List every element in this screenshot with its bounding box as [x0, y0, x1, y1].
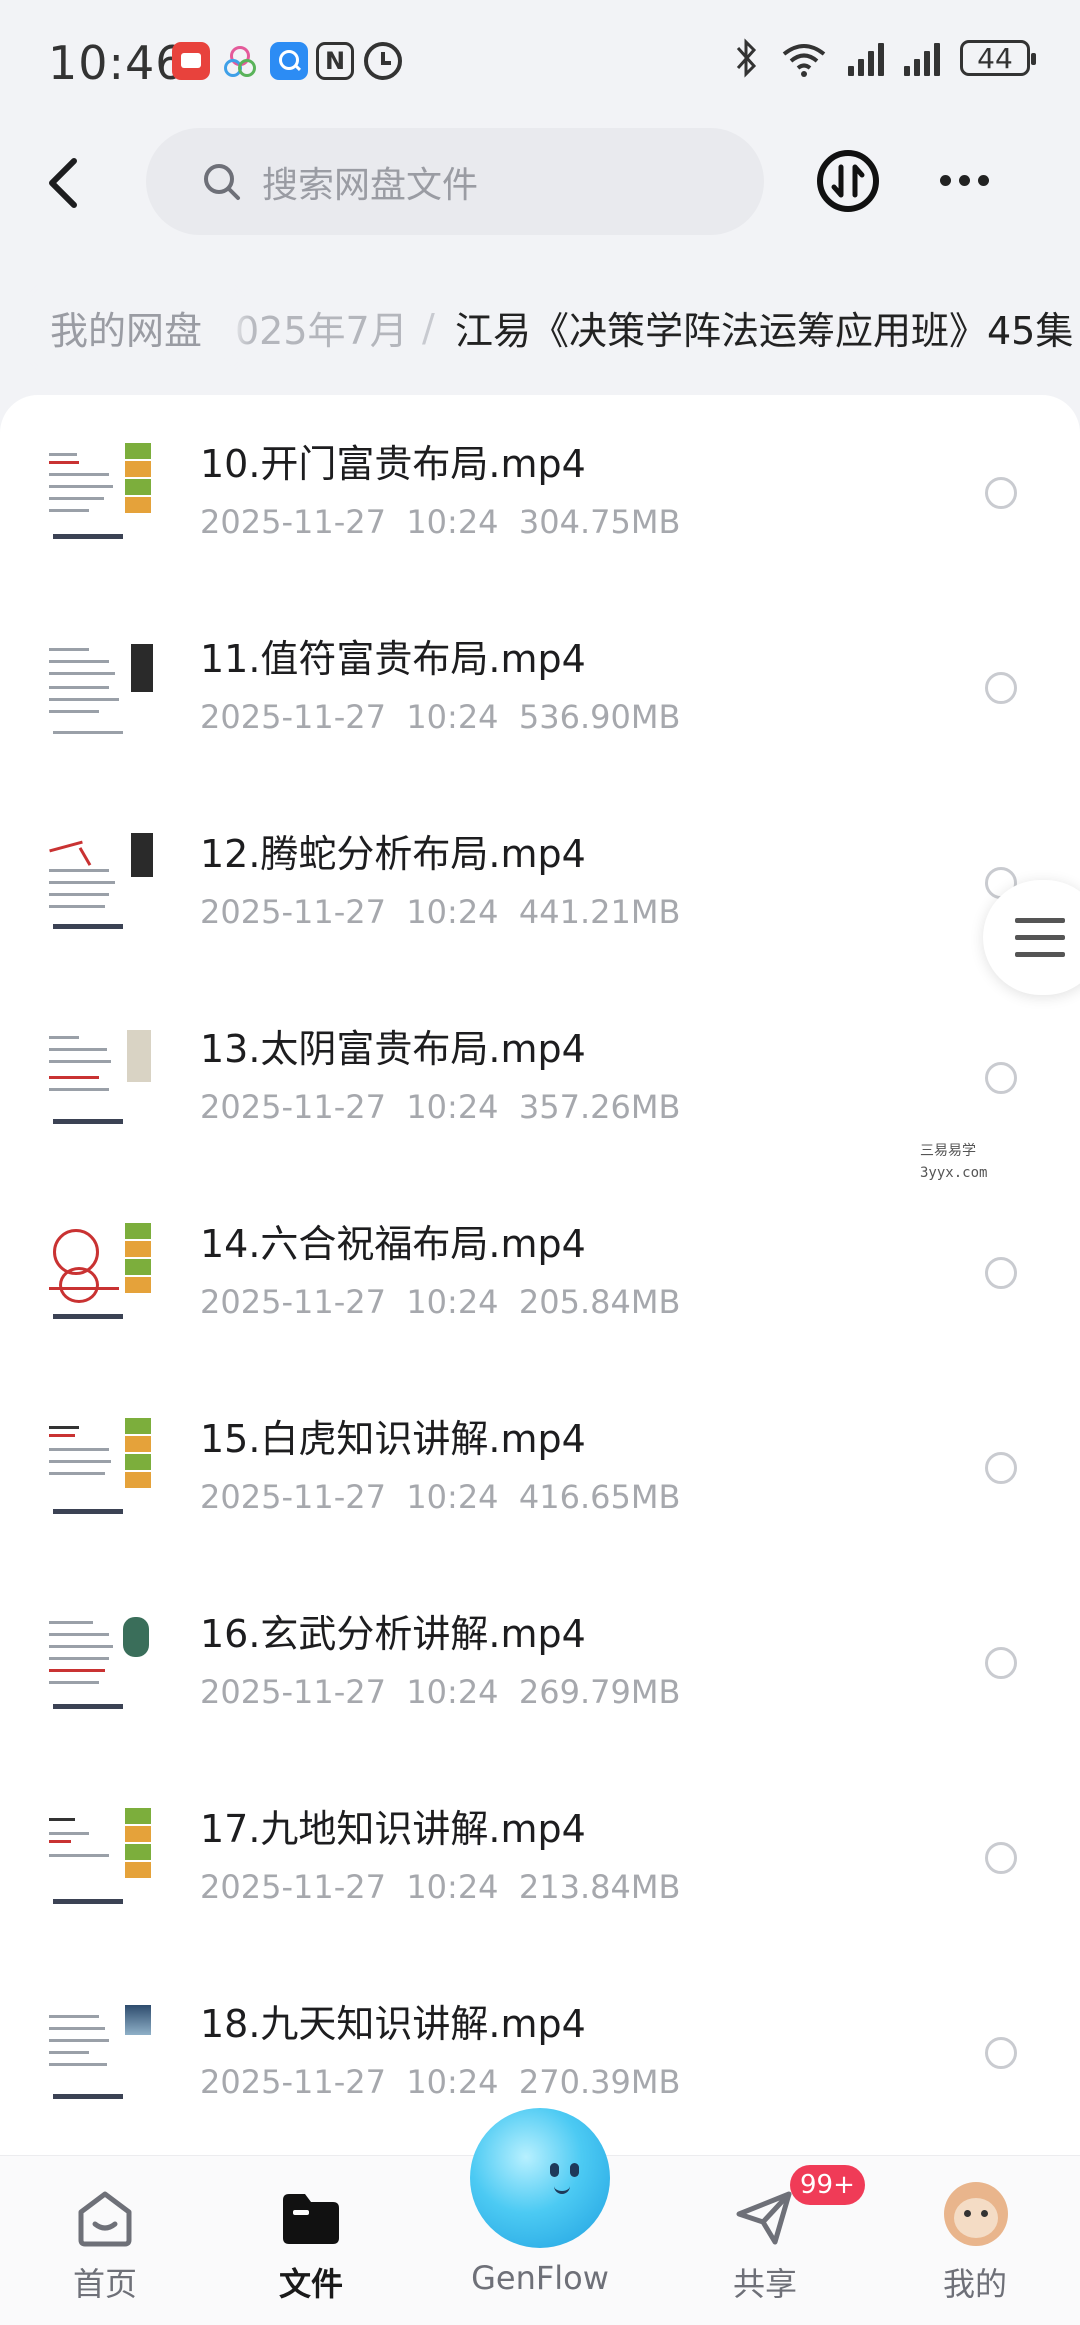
select-checkbox[interactable]: [985, 1452, 1017, 1484]
red-app-icon: [172, 42, 210, 80]
video-thumbnail: [45, 1024, 155, 1130]
file-meta: 2025-11-27 10:24 213.84MB: [200, 1868, 681, 1906]
folder-icon: [283, 2194, 339, 2244]
share-badge: 99+: [790, 2165, 865, 2205]
watermark: 三易易学 3yyx.com: [920, 1143, 988, 1181]
tab-label: 共享: [732, 2265, 797, 2303]
tab-home[interactable]: 首页: [30, 2156, 180, 2325]
home-icon: [78, 2191, 132, 2247]
breadcrumb-current: 江易《决策学阵法运筹应用班》45集: [455, 309, 1074, 353]
video-thumbnail: [45, 1414, 155, 1520]
file-name: 12.腾蛇分析布局.mp4: [200, 832, 586, 876]
select-checkbox[interactable]: [985, 1062, 1017, 1094]
file-row[interactable]: 16.玄武分析讲解.mp4 2025-11-27 10:24 269.79MB: [0, 1565, 1080, 1760]
nfc-icon: N: [316, 42, 354, 80]
search-icon: [204, 163, 240, 200]
file-row[interactable]: 13.太阴富贵布局.mp4 2025-11-27 10:24 357.26MB: [0, 980, 1080, 1175]
video-thumbnail: [45, 634, 155, 740]
alarm-icon: [364, 42, 402, 80]
genflow-ball-icon[interactable]: [470, 2108, 610, 2248]
tab-label: 我的: [942, 2265, 1007, 2303]
breadcrumb-root[interactable]: 我的网盘: [20, 285, 233, 370]
breadcrumb: 我的网盘 025年7月 / 江易《决策学阵法运筹应用班》45集: [0, 285, 1080, 370]
battery-icon: 44: [960, 40, 1036, 76]
status-right: 44: [734, 38, 1036, 78]
breadcrumb-middle[interactable]: 025年7月: [235, 285, 408, 370]
video-thumbnail: [45, 829, 155, 935]
tab-label: 文件: [278, 2265, 343, 2303]
file-meta: 2025-11-27 10:24 304.75MB: [200, 503, 681, 541]
file-name: 14.六合祝福布局.mp4: [200, 1222, 586, 1266]
video-thumbnail: [45, 1999, 155, 2105]
select-checkbox[interactable]: [985, 1257, 1017, 1289]
more-options-icon[interactable]: [940, 175, 989, 186]
file-meta: 2025-11-27 10:24 269.79MB: [200, 1673, 681, 1711]
file-meta: 2025-11-27 10:24 357.26MB: [200, 1088, 681, 1126]
transfer-sort-icon[interactable]: [816, 149, 880, 213]
back-arrow-icon[interactable]: [40, 153, 90, 213]
file-row[interactable]: 14.六合祝福布局.mp4 2025-11-27 10:24 205.84MB: [0, 1175, 1080, 1370]
tab-label: GenFlow: [471, 2259, 609, 2297]
file-name: 17.九地知识讲解.mp4: [200, 1807, 586, 1851]
video-thumbnail: [45, 439, 155, 545]
file-name: 15.白虎知识讲解.mp4: [200, 1417, 586, 1461]
file-name: 13.太阴富贵布局.mp4: [200, 1027, 586, 1071]
file-name: 10.开门富贵布局.mp4: [200, 442, 586, 486]
file-row[interactable]: 11.值符富贵布局.mp4 2025-11-27 10:24 536.90MB: [0, 590, 1080, 785]
wifi-icon: [782, 44, 826, 77]
tab-label: 首页: [72, 2265, 137, 2303]
select-checkbox[interactable]: [985, 2037, 1017, 2069]
select-checkbox[interactable]: [985, 477, 1017, 509]
tab-files[interactable]: 文件: [236, 2156, 386, 2325]
file-name: 16.玄武分析讲解.mp4: [200, 1612, 586, 1656]
share-plane-icon: [736, 2191, 792, 2245]
file-name: 18.九天知识讲解.mp4: [200, 2002, 586, 2046]
signal-icon-1: [848, 40, 884, 76]
file-name: 11.值符富贵布局.mp4: [200, 637, 586, 681]
video-thumbnail: [45, 1804, 155, 1910]
select-checkbox[interactable]: [985, 672, 1017, 704]
breadcrumb-separator: /: [422, 305, 435, 350]
file-meta: 2025-11-27 10:24 205.84MB: [200, 1283, 681, 1321]
clock: 10:46: [48, 36, 186, 90]
file-list: 10.开门富贵布局.mp4 2025-11-27 10:24 304.75MB …: [0, 395, 1080, 2155]
top-bar: 搜索网盘文件: [0, 125, 1080, 240]
file-meta: 2025-11-27 10:24 270.39MB: [200, 2063, 681, 2101]
bluetooth-icon: [736, 38, 757, 78]
battery-level: 44: [977, 41, 1013, 75]
avatar-icon[interactable]: [944, 2182, 1008, 2246]
file-row[interactable]: 17.九地知识讲解.mp4 2025-11-27 10:24 213.84MB: [0, 1760, 1080, 1955]
file-meta: 2025-11-27 10:24 536.90MB: [200, 698, 681, 736]
file-meta: 2025-11-27 10:24 441.21MB: [200, 893, 681, 931]
file-row[interactable]: 15.白虎知识讲解.mp4 2025-11-27 10:24 416.65MB: [0, 1370, 1080, 1565]
flower-app-icon: [220, 42, 258, 80]
select-checkbox[interactable]: [985, 1842, 1017, 1874]
video-thumbnail: [45, 1609, 155, 1715]
video-thumbnail: [45, 1219, 155, 1325]
select-checkbox[interactable]: [985, 1647, 1017, 1679]
signal-icon-2: [904, 40, 940, 76]
blue-search-app-icon: [270, 42, 308, 80]
search-input[interactable]: 搜索网盘文件: [146, 128, 764, 235]
search-placeholder: 搜索网盘文件: [262, 164, 479, 206]
file-row[interactable]: 10.开门富贵布局.mp4 2025-11-27 10:24 304.75MB: [0, 395, 1080, 590]
file-meta: 2025-11-27 10:24 416.65MB: [200, 1478, 681, 1516]
status-bar: 10:46 N 44: [0, 0, 1080, 120]
file-row[interactable]: 12.腾蛇分析布局.mp4 2025-11-27 10:24 441.21MB: [0, 785, 1080, 980]
